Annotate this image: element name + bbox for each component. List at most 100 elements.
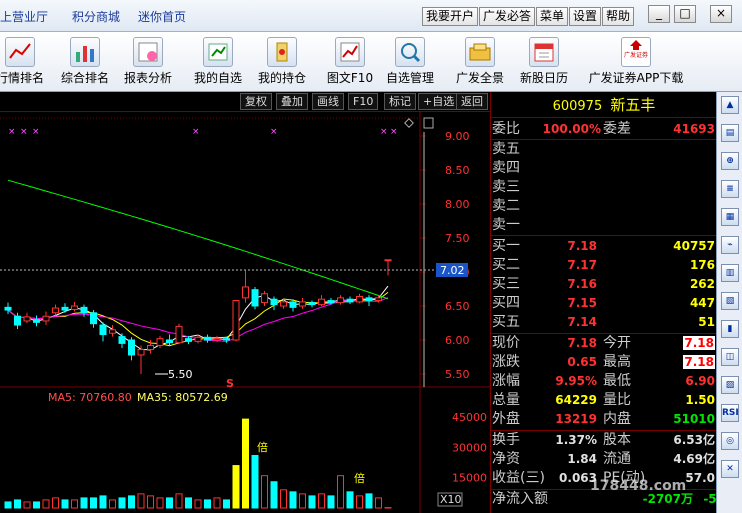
rsi-icon[interactable]: RSI <box>721 404 739 422</box>
volume-bar <box>128 495 135 509</box>
overlay-button[interactable]: 叠加 <box>276 93 308 110</box>
draw-line-button[interactable]: 画线 <box>312 93 344 110</box>
stat-value: 13219 <box>555 412 597 426</box>
close-button[interactable]: × <box>710 5 732 23</box>
sell-level-row: 卖四 <box>491 159 717 178</box>
points-mall-link[interactable]: 积分商城 <box>72 8 120 25</box>
price-gridlines <box>420 135 426 375</box>
sell-level-label: 卖二 <box>492 198 520 214</box>
stat-label: 外盘 <box>492 411 520 427</box>
buy-level-label: 买五 <box>492 314 520 330</box>
report-icon[interactable]: ▧ <box>721 292 739 310</box>
stock-code: 600975 <box>552 99 603 114</box>
tools-icon[interactable]: ✕ <box>721 460 739 478</box>
toolbar-my-watchlist[interactable]: 我的自选 <box>190 34 246 90</box>
candle-body <box>128 339 135 356</box>
stat-row: 外盘 13219 内盘 51010 <box>491 410 717 429</box>
volume-ma5-legend: MA5: 70760.80 <box>48 391 132 404</box>
help-button[interactable]: 帮助 <box>602 7 635 26</box>
toolbar-panorama[interactable]: 广发全景 <box>452 34 508 90</box>
fundamental-value-2: 4.69亿 <box>673 452 715 466</box>
volume-multiple-marker: 倍 <box>354 471 365 485</box>
stat-value: 64229 <box>555 393 597 407</box>
toolbar-f10-info[interactable]: 图文F10 <box>322 34 378 90</box>
adjust-rights-button[interactable]: 复权 <box>240 93 272 110</box>
volume-bar <box>346 491 354 509</box>
boxed-value: 7.18 <box>683 355 715 369</box>
open-account-button[interactable]: 我要开户 <box>422 7 479 26</box>
mark-button[interactable]: 标记 <box>384 93 416 110</box>
toolbar-overall-ranking[interactable]: 综合排名 <box>57 34 113 90</box>
event-marker: × <box>270 127 278 137</box>
candle-body <box>232 300 240 341</box>
buy-level-price: 7.16 <box>567 277 597 291</box>
list-icon[interactable]: ≡ <box>721 180 739 198</box>
f10-button[interactable]: F10 <box>348 93 379 110</box>
minimize-button[interactable]: _ <box>648 5 670 23</box>
candle-body <box>23 316 31 322</box>
fundamental-value-2: 57.0 <box>685 471 715 485</box>
kline-chart-area[interactable]: 9.008.508.007.507.006.506.005.50 4500030… <box>0 112 490 513</box>
toolbar-app-download[interactable]: 广发证券 广发证券APP下载 <box>588 34 684 90</box>
compass-icon[interactable]: ◎ <box>721 432 739 450</box>
weicha-value: 41693 <box>673 122 715 136</box>
back-button[interactable]: 返回 <box>456 93 488 110</box>
toolbar-ipo-calendar[interactable]: 新股日历 <box>516 34 572 90</box>
faq-button[interactable]: 广发必答 <box>479 7 536 26</box>
toolbar-label: 广发证券APP下载 <box>588 71 684 85</box>
stat-value-2: 7.18 <box>683 353 715 372</box>
candle-body <box>213 338 221 341</box>
event-marker: × <box>32 127 40 137</box>
volume-bar <box>289 491 297 509</box>
toolbar-my-holdings[interactable]: 我的持仓 <box>254 34 310 90</box>
stat-label: 现价 <box>492 335 520 351</box>
toolbar-report-analysis[interactable]: 报表分析 <box>120 34 176 90</box>
add-watchlist-button[interactable]: +自选 <box>418 93 460 110</box>
maximize-button[interactable]: □ <box>674 5 696 23</box>
bar-icon[interactable]: ▮ <box>721 320 739 338</box>
volume-bar <box>109 499 116 509</box>
buy-level-label: 买四 <box>492 295 520 311</box>
candle-body <box>375 297 382 302</box>
volume-bar <box>242 418 249 509</box>
app-download-icon: 广发证券 <box>621 37 651 67</box>
quote-panel: 600975 新五丰 委比 100.00% 委差 41693 卖五 卖四 卖三 卖二卖… <box>490 92 725 513</box>
candle-body <box>137 349 145 356</box>
stat-value-2: 51010 <box>673 412 715 426</box>
mini-home-link[interactable]: 迷你首页 <box>138 8 186 25</box>
buy-level-volume: 447 <box>689 296 715 310</box>
candle-body <box>204 336 211 341</box>
table-icon[interactable]: ▥ <box>721 264 739 282</box>
zoom-icon[interactable]: ⊕ <box>721 152 739 170</box>
volume-bar <box>337 475 344 509</box>
chart-icon[interactable]: ⌁ <box>721 236 739 254</box>
settings-button[interactable]: 设置 <box>569 7 602 26</box>
price-tick-label: 5.50 <box>445 368 470 381</box>
candle-body <box>251 289 259 307</box>
volume-bar <box>118 497 126 509</box>
volume-bar <box>194 499 202 509</box>
menu-button[interactable]: 菜单 <box>536 7 569 26</box>
ipo-calendar-icon <box>529 37 559 67</box>
stat-value-2: 6.90 <box>685 374 715 388</box>
fundamental-label: 收益(三) <box>492 470 545 486</box>
toolbar-watchlist-manage[interactable]: 自选管理 <box>382 34 438 90</box>
toolbar-market-ranking[interactable]: 行情排名 <box>0 34 48 90</box>
candle-body <box>346 298 354 303</box>
calendar-icon[interactable]: ▨ <box>721 376 739 394</box>
fundamental-label: 净资 <box>492 451 520 467</box>
event-marker: × <box>390 127 398 137</box>
candle-body <box>308 302 316 306</box>
toolbar-label: 报表分析 <box>123 71 172 85</box>
market-ranking-icon <box>5 37 35 67</box>
arrow-up-icon[interactable]: ▲ <box>721 96 739 114</box>
quote-page-icon[interactable]: ▤ <box>721 124 739 142</box>
price-tick-label: 6.00 <box>445 334 470 347</box>
stat-label-2: 量比 <box>603 392 631 408</box>
kline-chart-svg[interactable]: 9.008.508.007.507.006.506.005.50 4500030… <box>0 112 490 513</box>
indicator-icon[interactable]: ◫ <box>721 348 739 366</box>
weibi-value: 100.00% <box>542 122 601 136</box>
grid-icon[interactable]: ▦ <box>721 208 739 226</box>
online-service-link[interactable]: 网上营业厅 <box>0 8 48 25</box>
volume-tick-label: 15000 <box>452 472 487 485</box>
